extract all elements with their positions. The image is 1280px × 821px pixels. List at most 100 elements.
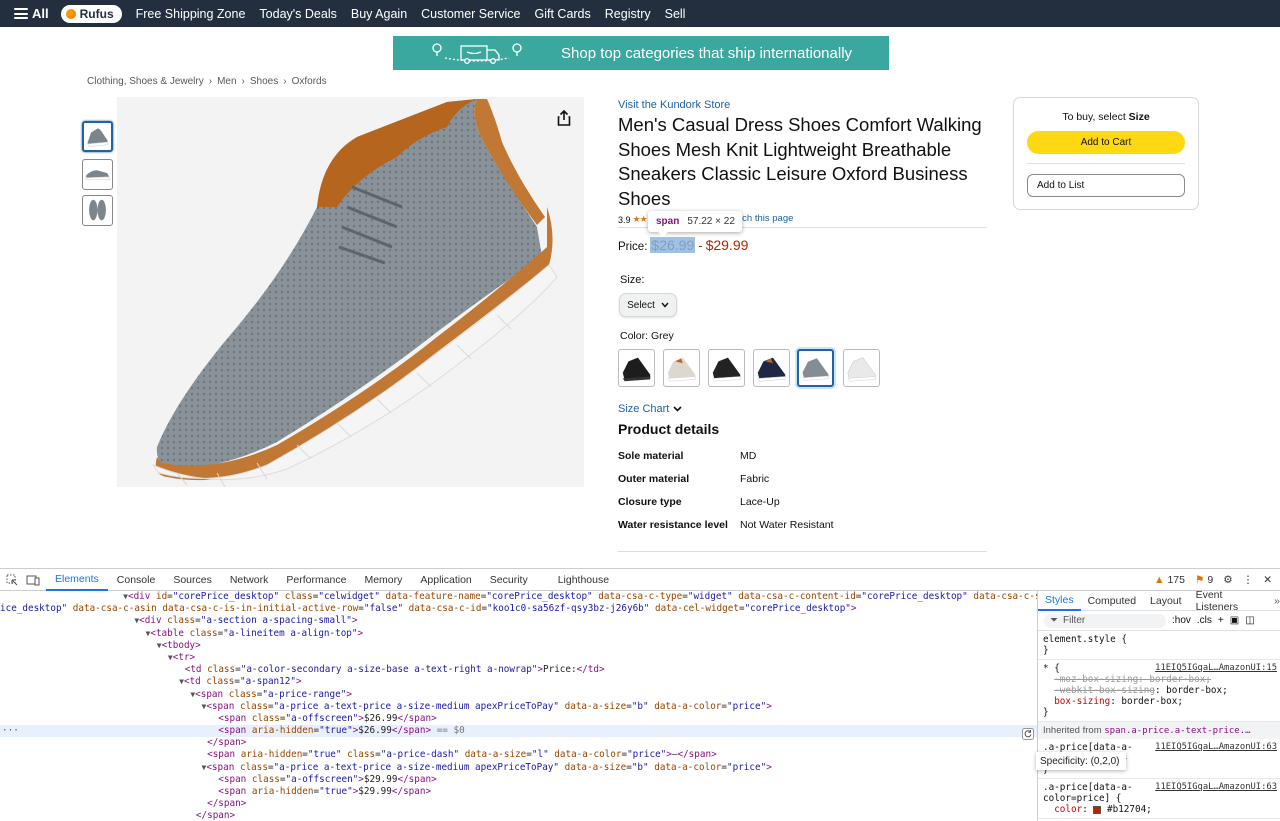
detail-value: Not Water Resistant (740, 519, 834, 531)
style-rule-universal[interactable]: 11EIQ5IGqaL…AmazonUI:15 * { -moz-box-siz… (1038, 660, 1280, 722)
nav-link-customer-service[interactable]: Customer Service (421, 7, 520, 21)
class-toggle[interactable]: .cls (1197, 615, 1212, 626)
dom-node-line[interactable]: ▼<span class="a-price a-text-price a-siz… (0, 762, 1037, 774)
tab-console[interactable]: Console (108, 569, 165, 591)
add-to-list-button[interactable]: Add to List (1027, 174, 1185, 197)
dom-node-line[interactable]: <td class="a-color-secondary a-size-base… (0, 664, 1037, 676)
dom-node-line[interactable]: <span aria-hidden="true" class="a-price-… (0, 749, 1037, 761)
dom-node-line[interactable]: ▼<div class="a-section a-spacing-small"> (0, 615, 1037, 627)
dom-node-line[interactable]: </span> (0, 737, 1037, 749)
elements-dom-tree[interactable]: ▼<div id="corePrice_desktop" class="celw… (0, 591, 1037, 821)
shoe-image (151, 99, 558, 488)
tab-network[interactable]: Network (221, 569, 278, 591)
color-swatch-grey[interactable] (797, 349, 834, 387)
color-value: Grey (650, 330, 674, 342)
dom-node-line[interactable]: ▼<table class="a-lineitem a-align-top"> (0, 628, 1037, 640)
breadcrumb-oxfords[interactable]: Oxfords (292, 76, 327, 87)
hover-state-toggle[interactable]: :hov (1172, 615, 1191, 626)
color-swatch-navy[interactable] (753, 349, 790, 387)
nav-link-sell[interactable]: Sell (665, 7, 686, 21)
dom-node-line[interactable]: ▼<tbody> (0, 640, 1037, 652)
paint-icon[interactable]: ▣ (1230, 615, 1239, 626)
nav-link-free-shipping[interactable]: Free Shipping Zone (136, 7, 246, 21)
dom-node-line[interactable]: ▼<td class="a-span12"> (0, 676, 1037, 688)
all-menu-button[interactable]: All (14, 6, 49, 21)
rating-row[interactable]: 3.9 ★★ (618, 214, 648, 225)
search-this-page-link[interactable]: rch this page (739, 213, 793, 224)
color-swatch-white[interactable] (843, 349, 880, 387)
size-chart-link[interactable]: Size Chart (618, 403, 682, 415)
style-source-link[interactable]: 11EIQ5IGqaL…AmazonUI:63 (1155, 742, 1277, 752)
to-buy-message: To buy, select Size (1014, 111, 1198, 123)
shoe-swatch-image (802, 358, 829, 381)
size-label: Size: (620, 274, 645, 286)
styles-tabbar: Styles Computed Layout Event Listeners » (1038, 591, 1280, 613)
devtools-inspect-tooltip: span 57.22 × 22 (648, 211, 742, 237)
dom-node-line[interactable]: ▼<span class="a-price a-text-price a-siz… (0, 701, 1037, 713)
dom-node-line[interactable]: </span> (0, 798, 1037, 810)
add-to-cart-button[interactable]: Add to Cart (1027, 131, 1185, 154)
style-source-link[interactable]: 11EIQ5IGqaL…AmazonUI:63 (1155, 782, 1277, 792)
tab-application[interactable]: Application (411, 569, 480, 591)
style-source-link[interactable]: 11EIQ5IGqaL…AmazonUI:15 (1155, 663, 1277, 673)
tab-security[interactable]: Security (481, 569, 537, 591)
tab-layout[interactable]: Layout (1143, 591, 1189, 611)
size-select-dropdown[interactable]: Select (619, 293, 677, 317)
more-options-icon[interactable]: ⋮ (1243, 574, 1254, 586)
tab-lighthouse[interactable]: Lighthouse (549, 569, 618, 591)
styles-filter-input[interactable]: ⏷ Filter (1044, 613, 1166, 628)
tab-computed[interactable]: Computed (1081, 591, 1143, 611)
settings-gear-icon[interactable]: ⚙ (1223, 574, 1232, 586)
style-rule-price-color[interactable]: 11EIQ5IGqaL…AmazonUI:63 .a-price[data-a-… (1038, 779, 1280, 819)
color-swatch-black[interactable] (618, 349, 655, 387)
dom-node-line[interactable]: ▼<tr> (0, 652, 1037, 664)
tooltip-dimensions: 57.22 × 22 (687, 216, 735, 227)
thumbnail-2[interactable] (82, 159, 113, 190)
refresh-icon[interactable] (1022, 728, 1034, 740)
dom-node-line-selected[interactable]: ··· <span aria-hidden="true">$26.99</spa… (0, 725, 1037, 738)
tab-performance[interactable]: Performance (277, 569, 355, 591)
store-link[interactable]: Visit the Kundork Store (618, 99, 730, 111)
nav-link-todays-deals[interactable]: Today's Deals (259, 7, 336, 21)
rufus-button[interactable]: Rufus (60, 4, 122, 23)
dom-node-line[interactable]: ice_desktop" data-csa-c-asin data-csa-c-… (0, 603, 1037, 615)
color-swatch-icon[interactable] (1093, 805, 1102, 814)
tab-memory[interactable]: Memory (355, 569, 411, 591)
color-swatch-beige[interactable] (663, 349, 700, 387)
thumbnail-1[interactable] (82, 121, 113, 152)
tab-sources[interactable]: Sources (164, 569, 221, 591)
close-icon[interactable]: ✕ (1263, 574, 1272, 586)
international-shipping-banner[interactable]: Shop top categories that ship internatio… (393, 36, 889, 70)
inherited-selector[interactable]: span.a-price.a-text-price.… (1104, 726, 1250, 736)
divider (1027, 163, 1185, 164)
nav-link-registry[interactable]: Registry (605, 7, 651, 21)
dom-node-line[interactable]: <span class="a-offscreen">$29.99</span> (0, 774, 1037, 786)
more-tabs-icon[interactable]: » (1274, 595, 1280, 607)
nav-link-buy-again[interactable]: Buy Again (351, 7, 407, 21)
tab-elements[interactable]: Elements (46, 569, 108, 591)
style-rule-element[interactable]: element.style { } (1038, 631, 1280, 660)
tab-styles[interactable]: Styles (1038, 591, 1081, 611)
tab-event-listeners[interactable]: Event Listeners (1189, 591, 1275, 613)
dom-node-line[interactable]: ▼<span class="a-price-range"> (0, 689, 1037, 701)
inspect-element-icon[interactable] (6, 574, 18, 586)
specificity-tooltip: Specificity: (0,2,0) (1036, 752, 1126, 770)
dom-node-line[interactable]: <span class="a-offscreen">$26.99</span> (0, 713, 1037, 725)
color-swatch-black-white[interactable] (708, 349, 745, 387)
dom-node-line[interactable]: </span> (0, 810, 1037, 821)
sidebar-toggle-icon[interactable]: ◫ (1245, 615, 1254, 626)
dom-node-line[interactable]: ▼<div id="corePrice_desktop" class="celw… (0, 591, 1037, 603)
device-toolbar-icon[interactable] (26, 574, 40, 586)
dom-node-line[interactable]: <span aria-hidden="true">$29.99</span> (0, 786, 1037, 798)
breadcrumb-clothing[interactable]: Clothing, Shoes & Jewelry (87, 76, 204, 87)
all-menu-label: All (32, 6, 49, 21)
share-icon[interactable] (555, 109, 573, 127)
breadcrumb-men[interactable]: Men (217, 76, 236, 87)
issues-counter[interactable]: ⚑ 9 (1195, 574, 1213, 586)
main-product-image[interactable] (117, 97, 584, 488)
thumbnail-3[interactable] (82, 195, 113, 226)
add-rule-icon[interactable]: + (1218, 615, 1224, 626)
nav-link-gift-cards[interactable]: Gift Cards (535, 7, 591, 21)
warnings-counter[interactable]: ▲ 175 (1154, 574, 1185, 586)
breadcrumb-shoes[interactable]: Shoes (250, 76, 278, 87)
